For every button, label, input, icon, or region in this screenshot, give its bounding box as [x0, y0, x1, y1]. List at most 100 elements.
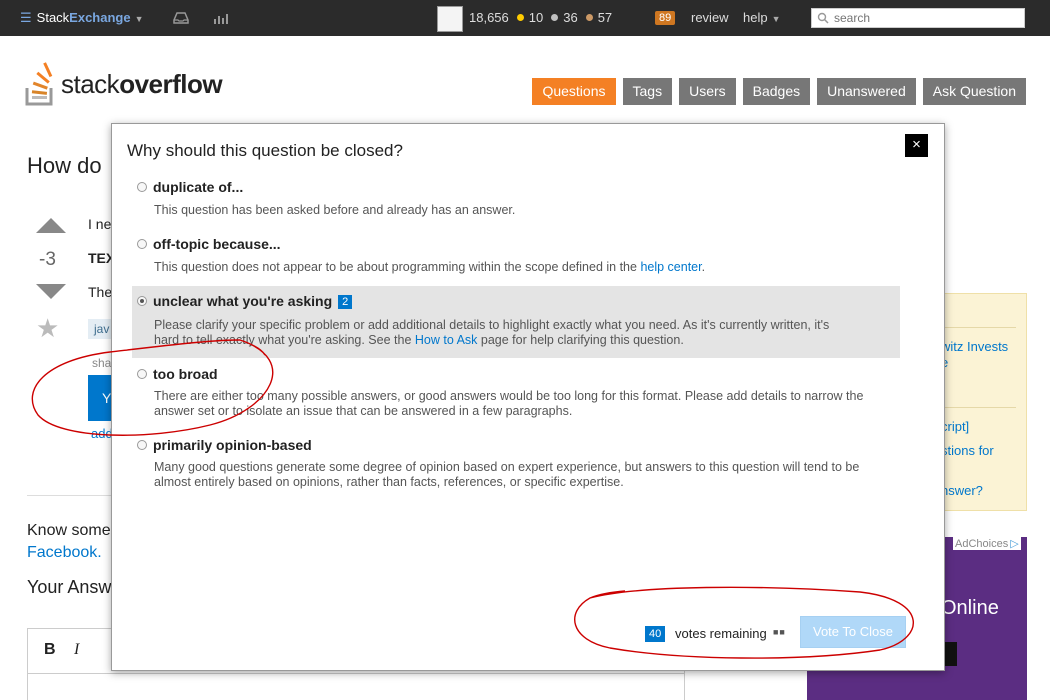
adchoices-label: AdChoices [955, 538, 1009, 550]
adchoices-link[interactable]: AdChoices ▷ [953, 537, 1021, 550]
dialog-title: Why should this question be closed? [127, 141, 403, 160]
vote-up-icon[interactable] [36, 218, 66, 233]
ad-text: Online [941, 597, 999, 619]
favorite-star-icon[interactable]: ★ [36, 313, 59, 344]
nav-badges[interactable]: Badges [742, 78, 811, 105]
hamburger-icon: ☰ [20, 10, 32, 25]
sidebar-link[interactable]: stions for [941, 443, 994, 459]
option-description: Please clarify your specific problem or … [154, 318, 894, 348]
logo-wordmark: stackoverflow [61, 68, 223, 100]
option-label[interactable]: off-topic because... [153, 236, 281, 252]
close-option-duplicate[interactable]: duplicate of... This question has been a… [132, 179, 900, 219]
search-icon [817, 12, 829, 24]
help-label: help [743, 10, 768, 25]
help-menu[interactable]: help ▼ [743, 10, 781, 25]
option-label[interactable]: primarily opinion-based [153, 437, 312, 453]
option-label[interactable]: duplicate of... [153, 179, 243, 195]
chevron-down-icon: ▼ [134, 14, 144, 24]
review-link[interactable]: review [691, 10, 729, 25]
brand-stack: Stack [36, 10, 70, 25]
gold-badge-icon [516, 14, 524, 21]
radio-button[interactable] [137, 440, 147, 450]
vote-down-icon[interactable] [36, 284, 66, 299]
option-description-suffix: page for help clarifying this question. [480, 333, 684, 347]
nav-unanswered[interactable]: Unanswered [817, 78, 916, 105]
search-input[interactable] [834, 10, 1024, 26]
post-body-line: I ne [88, 216, 112, 232]
close-option-opinion-based[interactable]: primarily opinion-based Many good questi… [132, 437, 900, 489]
option-label-text: unclear what you're asking [153, 293, 333, 309]
post-button-label: Y [102, 390, 112, 406]
close-question-dialog: Why should this question be closed? × du… [111, 123, 945, 671]
main-nav: Questions Tags Users Badges Unanswered A… [532, 78, 1026, 105]
bronze-badge-count: 57 [597, 10, 613, 25]
nav-users[interactable]: Users [679, 78, 736, 105]
inbox-icon[interactable] [172, 11, 190, 25]
radio-button[interactable] [137, 239, 147, 249]
radio-button-selected[interactable] [137, 296, 147, 306]
option-description-text: There are either too many possible answe… [154, 389, 864, 403]
reputation-badges[interactable]: 18,656 10 36 57 [469, 10, 612, 25]
search-box[interactable] [811, 8, 1025, 28]
option-description: Many good questions generate some degree… [154, 460, 894, 490]
share-link[interactable]: sha [92, 356, 111, 370]
review-count-badge[interactable]: 89 [655, 11, 676, 25]
avatar[interactable] [437, 6, 463, 32]
vote-to-close-button[interactable]: Vote To Close [800, 616, 906, 648]
post-body-line: The [88, 284, 113, 300]
stackoverflow-logo-icon [25, 62, 53, 106]
add-comment-link[interactable]: add [91, 426, 113, 441]
sidebar-link[interactable]: witz Invests [941, 339, 1008, 355]
option-description-text: Please clarify your specific problem or … [154, 318, 830, 332]
top-bar: ☰ StackExchange ▼ 18,656 10 36 57 89 review h… [0, 0, 1050, 36]
option-description-text: almost entirely based on opinions, rathe… [154, 475, 624, 489]
silver-badge-icon [551, 14, 559, 21]
close-icon[interactable]: × [905, 134, 928, 157]
bronze-badge-icon [585, 14, 593, 21]
loading-indicator-icon: ■■ [773, 627, 786, 637]
brand-exchange: Exchange [69, 10, 131, 25]
adchoices-icon: ▷ [1010, 538, 1019, 550]
question-title[interactable]: How do [27, 153, 102, 179]
nav-ask-question[interactable]: Ask Question [922, 78, 1026, 105]
vote-count: -3 [39, 249, 56, 270]
sidebar-link[interactable]: nswer? [941, 483, 983, 499]
option-description-text: Many good questions generate some degree… [154, 460, 860, 474]
option-description-text: answer set or to isolate an issue that c… [154, 404, 573, 418]
help-center-link[interactable]: help center [640, 260, 701, 274]
option-description-text: This question does not appear to be abou… [154, 260, 637, 274]
votes-remaining-label: votes remaining [675, 626, 767, 641]
facebook-link[interactable]: Facebook. [27, 544, 102, 562]
silver-badge-count: 36 [563, 10, 578, 25]
achievements-icon[interactable] [212, 11, 230, 25]
close-option-too-broad[interactable]: too broad There are either too many poss… [132, 366, 900, 418]
logo-wordmark-bold: overflow [119, 68, 223, 99]
bold-button[interactable]: B [44, 641, 56, 659]
gold-badge-count: 10 [528, 10, 544, 25]
close-option-unclear[interactable]: unclear what you're asking 2 Please clari… [132, 286, 900, 358]
know-someone-text: Know some [27, 522, 111, 539]
stackoverflow-logo[interactable]: stackoverflow [25, 60, 223, 108]
stackexchange-menu[interactable]: ☰ StackExchange ▼ [20, 10, 144, 26]
nav-tags[interactable]: Tags [622, 78, 673, 105]
nav-questions[interactable]: Questions [532, 78, 616, 105]
close-option-off-topic[interactable]: off-topic because... This question does … [132, 236, 900, 276]
radio-button[interactable] [137, 182, 147, 192]
vote-count-badge: 2 [338, 295, 353, 309]
reputation: 18,656 [469, 10, 509, 25]
option-description: This question has been asked before and … [154, 203, 516, 217]
chevron-down-icon: ▼ [771, 14, 781, 24]
logo-wordmark-light: stack [61, 68, 120, 99]
option-description: There are either too many possible answe… [154, 389, 894, 419]
option-description-text: hard to tell exactly what you're asking.… [154, 333, 412, 347]
italic-button[interactable]: I [74, 641, 79, 659]
option-label[interactable]: unclear what you're asking 2 [153, 293, 353, 309]
radio-button[interactable] [137, 369, 147, 379]
how-to-ask-link[interactable]: How to Ask [415, 333, 478, 347]
option-description-suffix: . [701, 260, 706, 274]
votes-remaining-count: 40 [645, 626, 666, 642]
sidebar-link[interactable]: cript] [941, 419, 969, 435]
your-answer-heading: Your Answ [27, 577, 112, 597]
option-description: This question does not appear to be abou… [154, 260, 894, 275]
option-label[interactable]: too broad [153, 366, 218, 382]
